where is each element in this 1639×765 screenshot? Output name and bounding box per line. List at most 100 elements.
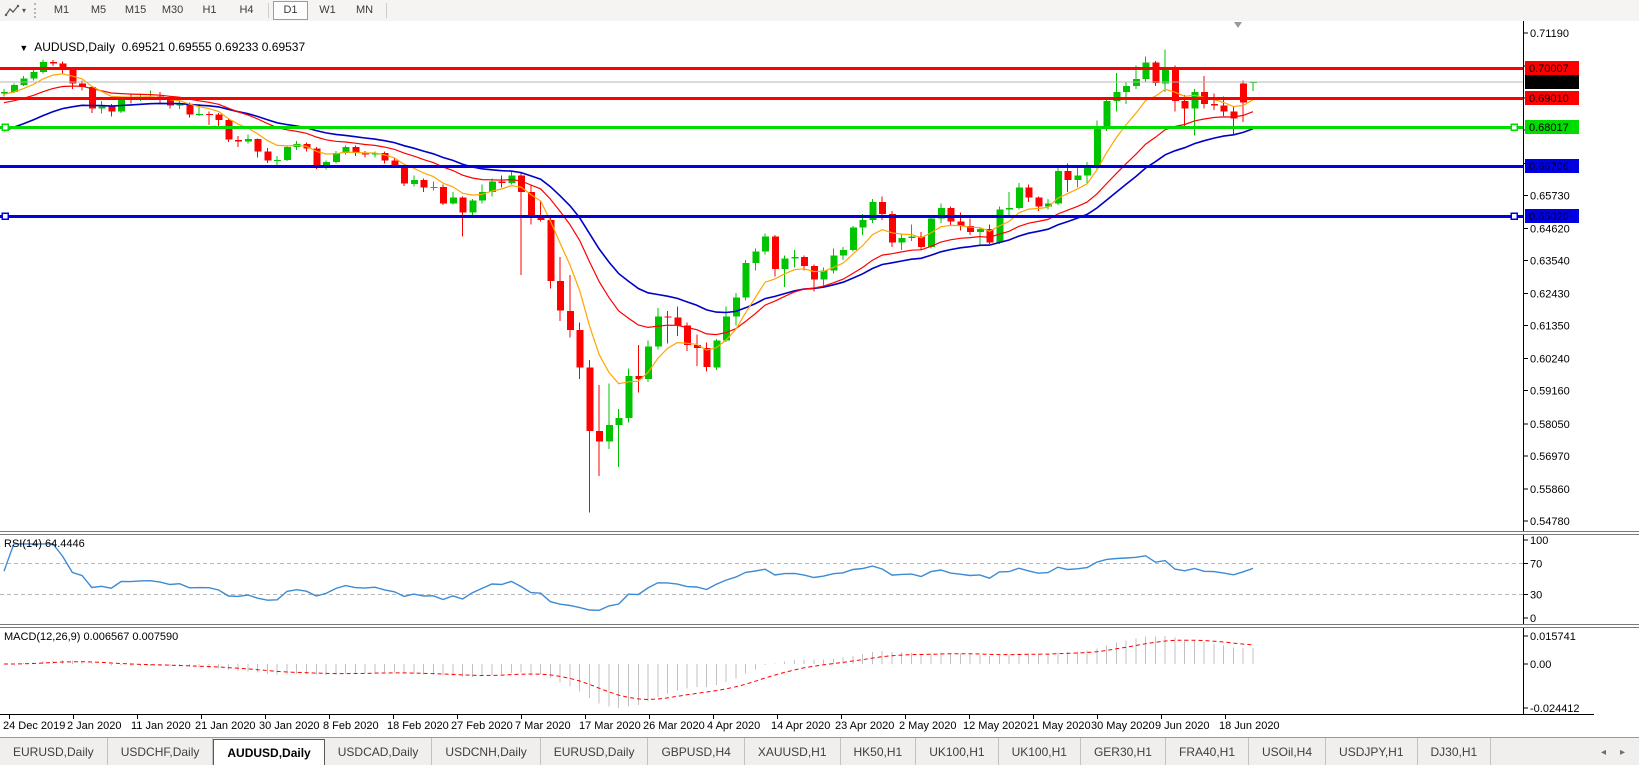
chart-tab-uk100-h1[interactable]: UK100,H1	[916, 738, 999, 765]
svg-text:0.65730: 0.65730	[1530, 190, 1570, 202]
svg-text:0.69537: 0.69537	[1529, 77, 1569, 89]
svg-text:70: 70	[1530, 558, 1542, 570]
timeframe-buttons: M1 M5 M15 M30 H1 H4 D1 W1 MN	[43, 1, 390, 20]
timeframe-button-m30[interactable]: M30	[155, 1, 190, 20]
date-tick	[521, 715, 522, 719]
svg-text:0.54780: 0.54780	[1530, 516, 1570, 528]
svg-text:0: 0	[1530, 613, 1536, 624]
svg-text:0.63540: 0.63540	[1530, 256, 1570, 268]
svg-text:0.00: 0.00	[1530, 659, 1551, 671]
line-tool-button[interactable]: ▾	[0, 0, 30, 21]
chart-tab-xauusd-h1[interactable]: XAUUSD,H1	[745, 738, 841, 765]
date-tick	[777, 715, 778, 719]
date-label: 4 Apr 2020	[707, 720, 761, 732]
chart-tab-bar: EURUSD,Daily USDCHF,Daily AUDUSD,Daily USDC…	[0, 737, 1639, 765]
date-tick	[137, 715, 138, 719]
timeframe-button-m5[interactable]: M5	[81, 1, 116, 20]
timeframe-button-h1[interactable]: H1	[192, 1, 227, 20]
svg-text:0.65020: 0.65020	[1529, 211, 1569, 223]
svg-text:0.58050: 0.58050	[1530, 419, 1570, 431]
main-chart-panel[interactable]: 0.711900.700800.690000.679200.668100.657…	[0, 21, 1639, 531]
date-tick	[585, 715, 586, 719]
date-tick	[649, 715, 650, 719]
tab-nav-arrows: ◂ ▸	[1601, 738, 1639, 765]
date-label: 30 May 2020	[1091, 720, 1155, 732]
tab-scroll-right-icon[interactable]: ▸	[1620, 747, 1625, 758]
macd-label: MACD(12,26,9) 0.006567 0.007590	[4, 631, 179, 643]
svg-text:0.68017: 0.68017	[1529, 122, 1569, 134]
date-tick	[969, 715, 970, 719]
date-tick	[1161, 715, 1162, 719]
date-tick	[1097, 715, 1098, 719]
svg-text:0.55860: 0.55860	[1530, 484, 1570, 496]
svg-text:0.64620: 0.64620	[1530, 223, 1570, 235]
svg-text:-0.024412: -0.024412	[1530, 703, 1580, 714]
date-tick	[393, 715, 394, 719]
timeframe-button-h4[interactable]: H4	[229, 1, 264, 20]
chart-tab-eurusd-daily[interactable]: EURUSD,Daily	[541, 738, 649, 765]
chart-ohlc-values: 0.69521 0.69555 0.69233 0.69537	[121, 40, 306, 54]
toolbar-grip	[34, 3, 39, 18]
line-tool-icon	[4, 4, 20, 16]
date-label: 18 Feb 2020	[387, 720, 449, 732]
svg-text:0.70007: 0.70007	[1529, 63, 1569, 75]
date-label: 18 Jun 2020	[1219, 720, 1280, 732]
svg-text:0.56970: 0.56970	[1530, 451, 1570, 463]
chart-tab-dj30-h1[interactable]: DJ30,H1	[1418, 738, 1492, 765]
date-tick	[713, 715, 714, 719]
tab-scroll-left-icon[interactable]: ◂	[1601, 747, 1606, 758]
trading-app-window: ▾ M1M5M15M30H1H4 D1W1MN 0.711900.700800.6…	[0, 0, 1639, 765]
chart-tab-usdcnh-daily[interactable]: USDCNH,Daily	[432, 738, 541, 765]
chart-tab-usdchf-daily[interactable]: USDCHF,Daily	[108, 738, 214, 765]
chart-symbol-title: AUDUSD,Daily	[34, 40, 115, 54]
date-tick	[1225, 715, 1226, 719]
macd-panel[interactable]: 0.015741 0.00 -0.024412	[0, 628, 1639, 715]
chart-tab-audusd-daily[interactable]: AUDUSD,Daily	[213, 739, 325, 765]
svg-text:0.59160: 0.59160	[1530, 386, 1570, 398]
timeframe-button-m1[interactable]: M1	[44, 1, 79, 20]
svg-text:0.69010: 0.69010	[1529, 93, 1569, 105]
date-label: 9 Jun 2020	[1155, 720, 1210, 732]
date-label: 27 Feb 2020	[451, 720, 513, 732]
timeframe-toolbar: ▾ M1 M5 M15 M30 H1 H4 D1 W1 MN	[0, 0, 1639, 22]
date-tick	[841, 715, 842, 719]
date-label: 7 Mar 2020	[515, 720, 571, 732]
svg-text:0.61350: 0.61350	[1530, 321, 1570, 333]
timeframe-button-d1[interactable]: D1	[273, 1, 309, 20]
date-tick	[329, 715, 330, 719]
chart-tab-eurusd-daily[interactable]: EURUSD,Daily	[0, 738, 108, 765]
date-label: 23 Apr 2020	[835, 720, 895, 732]
date-label: 11 Jan 2020	[131, 720, 191, 732]
timeframe-button-mn[interactable]: MN	[347, 1, 382, 20]
date-label: 2 May 2020	[899, 720, 957, 732]
date-label: 24 Dec 2019	[3, 720, 66, 732]
svg-text:0.62430: 0.62430	[1530, 289, 1570, 301]
svg-text:0.015741: 0.015741	[1530, 631, 1576, 643]
chart-tab-hk50-h1[interactable]: HK50,H1	[841, 738, 917, 765]
timeframe-button-w1[interactable]: W1	[310, 1, 345, 20]
date-tick	[265, 715, 266, 719]
chart-tab-usdjpy-h1[interactable]: USDJPY,H1	[1326, 738, 1418, 765]
rsi-panel[interactable]: 100 70 30 0	[0, 535, 1639, 625]
chevron-down-icon[interactable]: ▾	[22, 6, 26, 15]
svg-text:0.66706: 0.66706	[1529, 161, 1569, 173]
svg-text:0.71190: 0.71190	[1530, 28, 1569, 40]
chart-tab-uk100-h1[interactable]: UK100,H1	[999, 738, 1081, 765]
svg-text:100: 100	[1530, 535, 1548, 547]
date-tick	[457, 715, 458, 719]
date-tick	[905, 715, 906, 719]
date-label: 14 Apr 2020	[771, 720, 831, 732]
date-label: 21 May 2020	[1027, 720, 1091, 732]
date-label: 17 Mar 2020	[579, 720, 641, 732]
chart-tab-fra40-h1[interactable]: FRA40,H1	[1166, 738, 1250, 765]
chart-tab-usdcad-daily[interactable]: USDCAD,Daily	[325, 738, 433, 765]
window-collapse-icon[interactable]: ▼	[19, 43, 28, 53]
chart-tab-ger30-h1[interactable]: GER30,H1	[1081, 738, 1166, 765]
chart-title-row: ▼ AUDUSD,Daily 0.69521 0.69555 0.69233 0.…	[6, 26, 305, 68]
date-label: 21 Jan 2020	[195, 720, 256, 732]
timeframe-button-m15[interactable]: M15	[118, 1, 153, 20]
chart-tab-usoil-h4[interactable]: USOil,H4	[1249, 738, 1327, 765]
toolbar-separator	[386, 3, 388, 18]
chart-tab-gbpusd-h4[interactable]: GBPUSD,H4	[648, 738, 745, 765]
toolbar-separator	[268, 3, 270, 18]
